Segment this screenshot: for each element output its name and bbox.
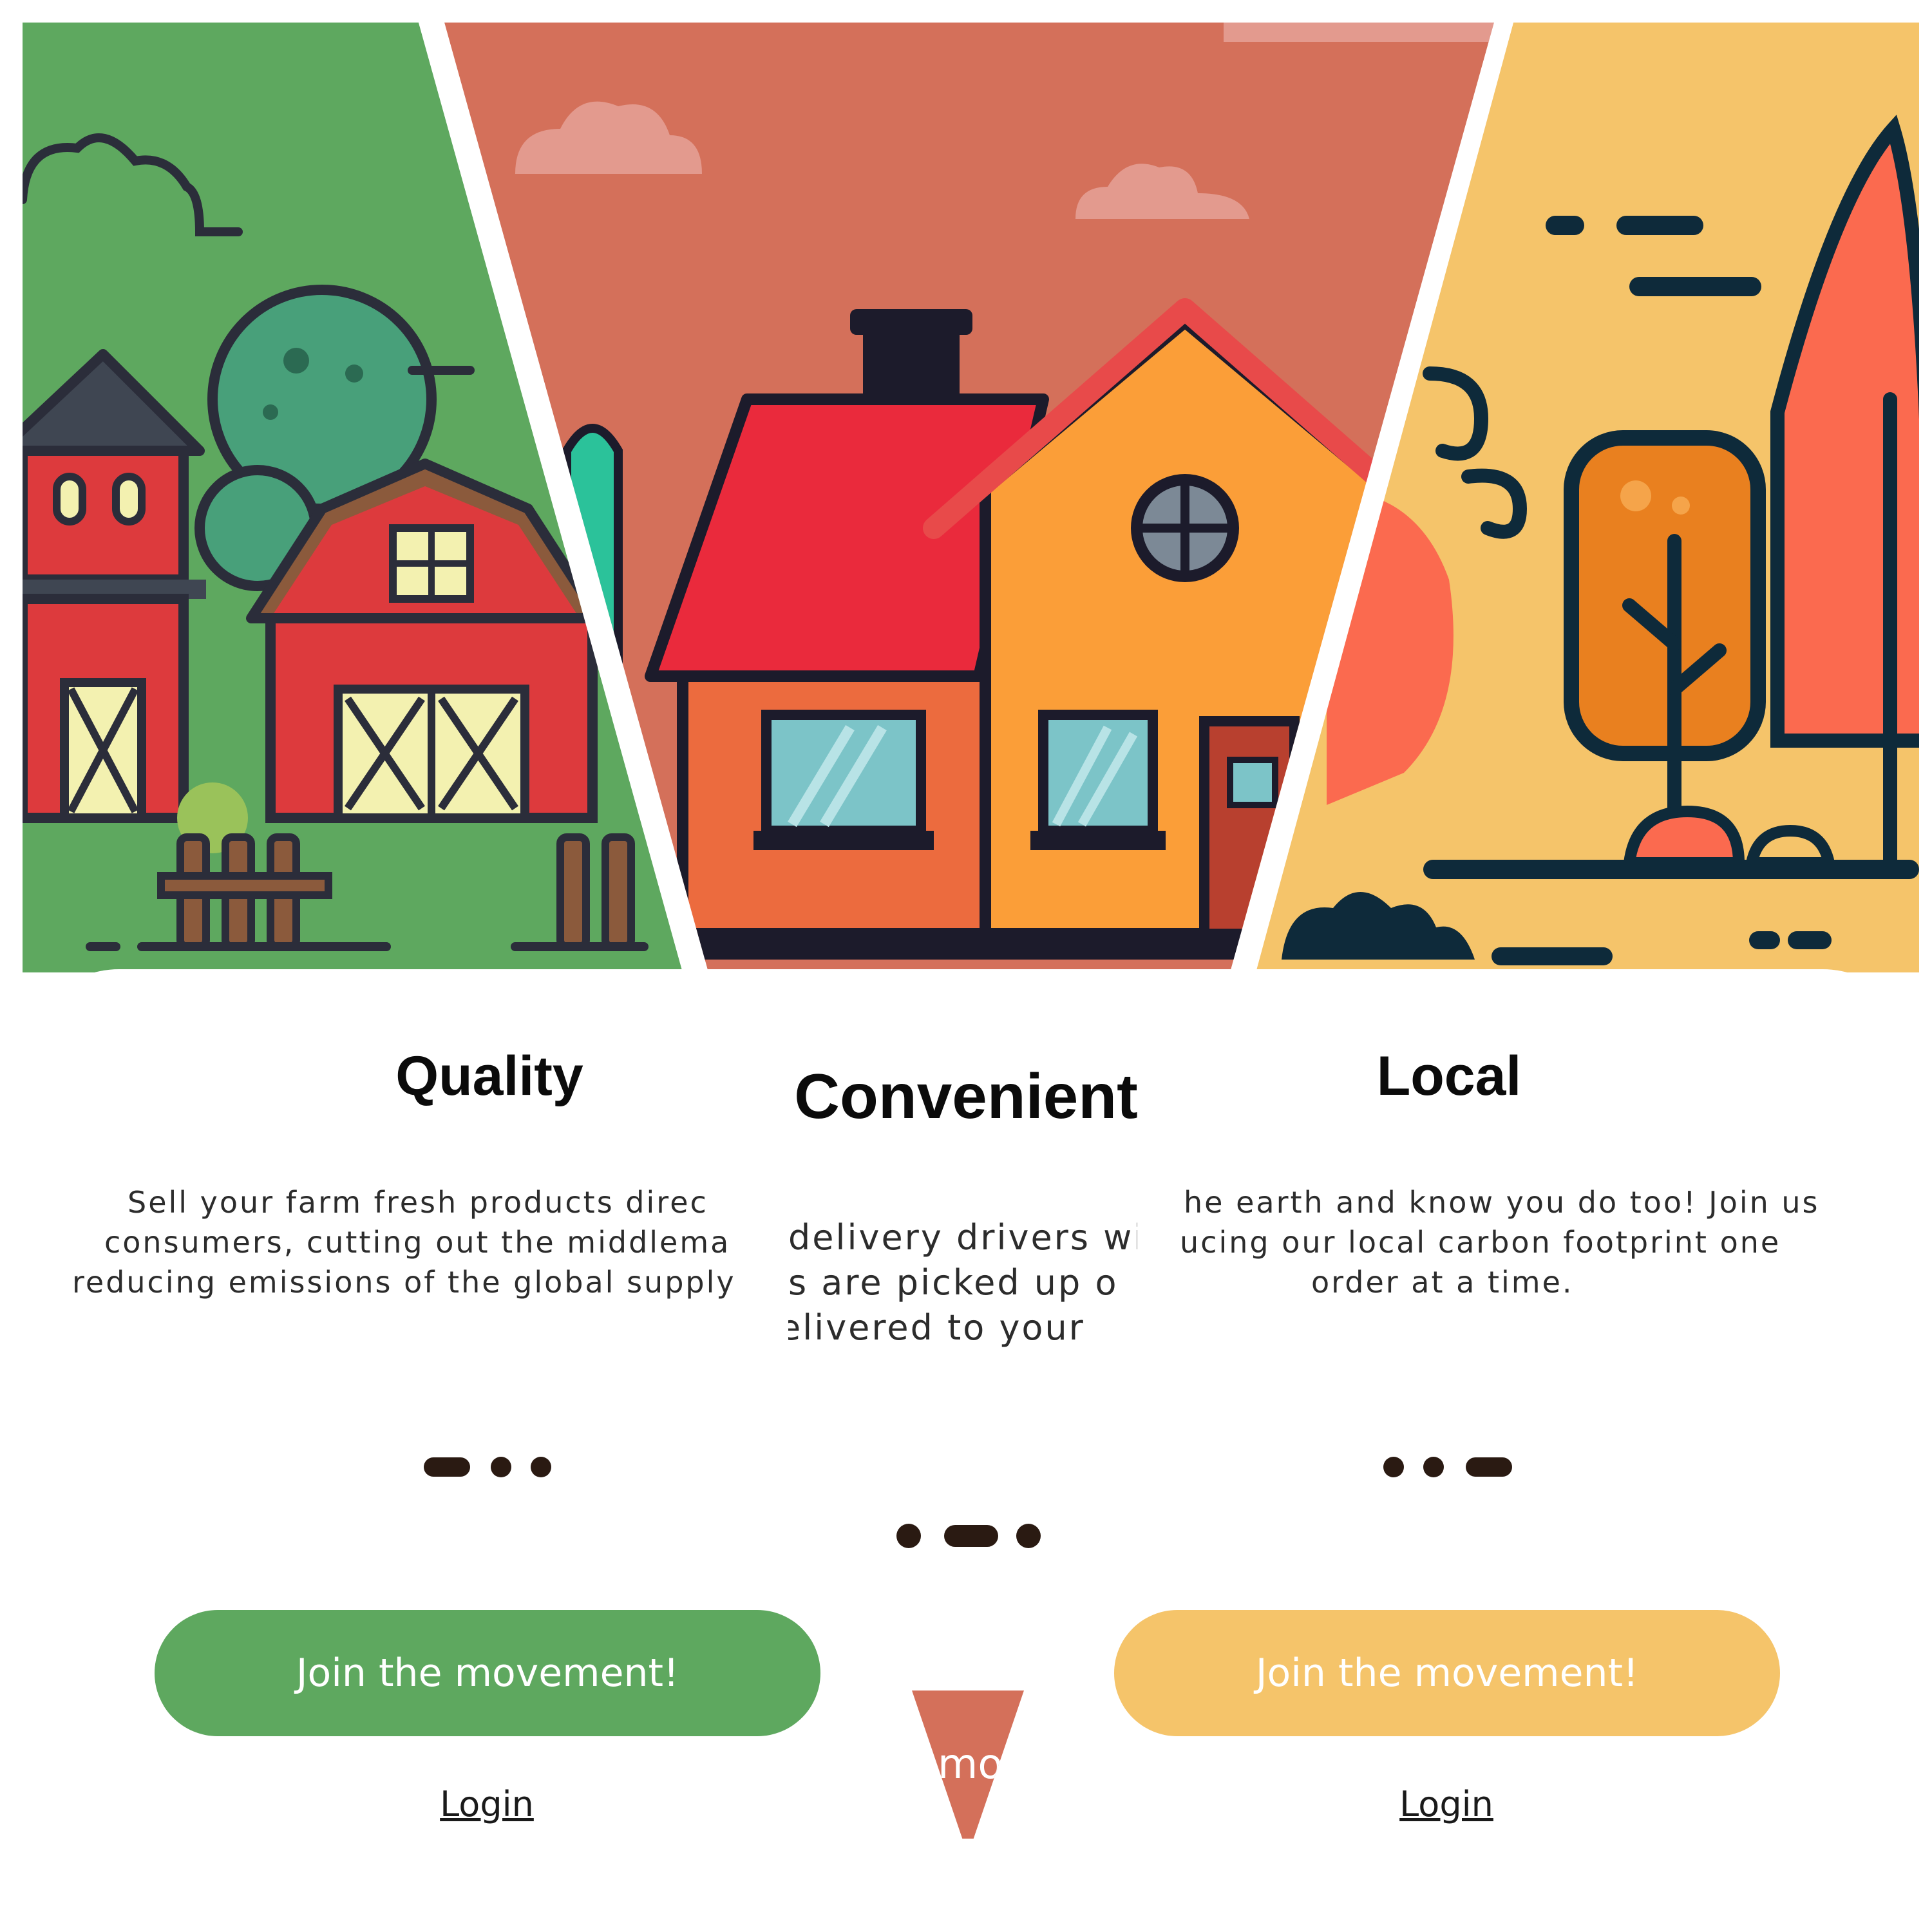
title-local: Local: [1376, 1045, 1522, 1107]
card-quality: [23, 969, 721, 1909]
login-link[interactable]: Login: [390, 1784, 583, 1824]
description-line: ucing our local carbon footprint one: [1180, 1225, 1781, 1260]
login-link[interactable]: Login: [1350, 1784, 1543, 1824]
description-line: delivery drivers wi: [788, 1217, 1137, 1258]
title-convenient: Convenient: [794, 1061, 1138, 1132]
page-dot-active[interactable]: [944, 1525, 998, 1547]
description-local: he earth and know you do too! Join us uc…: [1172, 1185, 1919, 1301]
description-line: reducing emissions of the global supply: [72, 1265, 736, 1300]
description-line: elivered to your: [788, 1307, 1085, 1348]
description-line: order at a time.: [1311, 1265, 1574, 1300]
page-dot[interactable]: [1423, 1457, 1444, 1477]
description-line: he earth and know you do too! Join us: [1184, 1185, 1820, 1220]
description-convenient: delivery drivers wi s are picked up o el…: [788, 1217, 1137, 1372]
join-movement-button[interactable]: Join the movement!: [155, 1610, 820, 1736]
card-local: [1211, 969, 1919, 1909]
page-dot[interactable]: [896, 1524, 921, 1548]
title-quality: Quality: [395, 1045, 583, 1107]
page-dot[interactable]: [531, 1457, 551, 1477]
description-quality: Sell your farm fresh products direc cons…: [26, 1185, 782, 1301]
description-line: s are picked up o: [788, 1262, 1119, 1303]
page-dot[interactable]: [491, 1457, 511, 1477]
page-dot-active[interactable]: [424, 1457, 470, 1477]
page-dot[interactable]: [1383, 1457, 1404, 1477]
description-line: Sell your farm fresh products direc: [128, 1185, 708, 1220]
join-movement-button[interactable]: Join the movement!: [1114, 1610, 1780, 1736]
page-dot-active[interactable]: [1466, 1457, 1512, 1477]
page-dot[interactable]: [1016, 1524, 1041, 1548]
description-line: consumers, cutting out the middlema: [104, 1225, 731, 1260]
